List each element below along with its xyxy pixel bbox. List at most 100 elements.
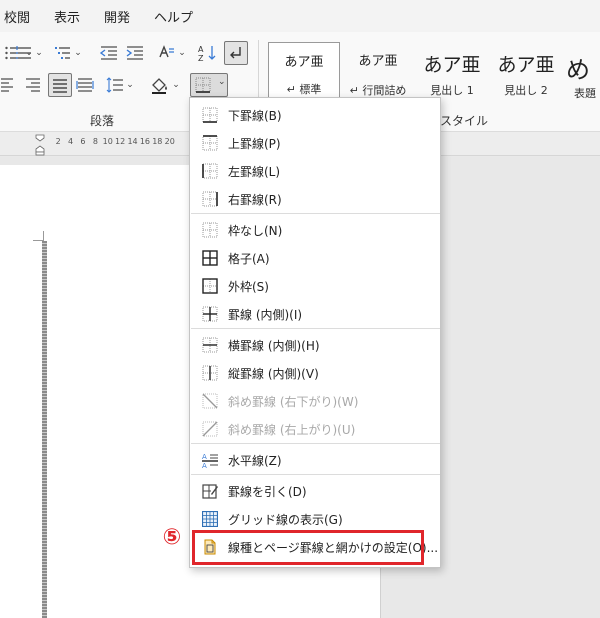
- sort-button[interactable]: AZ: [196, 42, 218, 64]
- ruler-number: 8: [92, 137, 98, 146]
- chevron-down-icon: ⌄: [172, 80, 180, 90]
- menu-item-label: 右罫線(R): [228, 193, 282, 207]
- menu-item-inside-vertical-border[interactable]: 縦罫線 (内側)(V): [190, 359, 440, 387]
- style-sample: あア亜: [358, 54, 398, 69]
- borders-dropdown-button[interactable]: ⌄: [190, 73, 228, 97]
- numbering-icon: [16, 46, 32, 59]
- decrease-indent-button[interactable]: [98, 42, 120, 64]
- menu-separator: [191, 213, 440, 214]
- align-left-button[interactable]: [0, 74, 14, 96]
- align-right-button[interactable]: [22, 74, 44, 96]
- menu-item-label: 横罫線 (内側)(H): [228, 339, 320, 353]
- tab-review[interactable]: 校閲: [0, 7, 36, 26]
- menu-item-left-border[interactable]: 左罫線(L): [190, 157, 440, 185]
- menu-item-top-border[interactable]: 上罫線(P): [190, 129, 440, 157]
- border-bottom-icon: [195, 77, 211, 93]
- line-spacing-button[interactable]: ⌄: [104, 74, 136, 96]
- diagonal-up-border-icon: [202, 421, 218, 437]
- ruler-number: 2: [55, 137, 61, 146]
- style-heading-1[interactable]: あア亜 見出し 1: [416, 42, 488, 102]
- distributed-icon: [76, 78, 94, 92]
- justify-button[interactable]: [48, 73, 72, 97]
- menu-item-horizontal-line[interactable]: AA 水平線(Z): [190, 446, 440, 474]
- style-sample: め: [566, 56, 590, 84]
- horizontal-line-icon: AA: [202, 453, 218, 468]
- highlight-box: [192, 530, 424, 565]
- indent-marker-icon[interactable]: [35, 132, 45, 156]
- justify-icon: [53, 79, 67, 93]
- menu-item-right-border[interactable]: 右罫線(R): [190, 185, 440, 213]
- style-normal[interactable]: あア亜 ↵ 標準: [268, 42, 340, 102]
- border-inside-icon: [202, 306, 218, 322]
- sort-icon: AZ: [198, 45, 216, 62]
- menu-item-outside-borders[interactable]: 外枠(S): [190, 272, 440, 300]
- increase-indent-icon: [126, 46, 143, 60]
- style-sample: あア亜: [284, 55, 324, 70]
- menu-item-draw-table[interactable]: 罫線を引く(D): [190, 477, 440, 505]
- view-gridlines-icon: [202, 511, 218, 527]
- style-no-spacing[interactable]: あア亜 ↵ 行間詰め: [342, 42, 414, 102]
- numbering-button[interactable]: ⌄: [14, 42, 44, 64]
- svg-text:A: A: [202, 453, 207, 461]
- distributed-button[interactable]: [74, 74, 96, 96]
- ruler-number: 6: [80, 137, 86, 146]
- border-none-icon: [202, 222, 218, 238]
- menu-item-label: グリッド線の表示(G): [228, 513, 343, 527]
- style-name: 行間詰め: [362, 84, 407, 97]
- decrease-indent-icon: [100, 46, 117, 60]
- border-inside-vertical-icon: [202, 365, 218, 381]
- step-number-badge: ⑤: [162, 525, 182, 550]
- menu-item-label: 左罫線(L): [228, 165, 281, 179]
- svg-text:A: A: [198, 45, 204, 54]
- menu-item-label: 上罫線(P): [228, 137, 281, 151]
- menu-item-all-borders[interactable]: 格子(A): [190, 244, 440, 272]
- chevron-down-icon: ⌄: [178, 48, 186, 58]
- menu-item-bottom-border[interactable]: 下罫線(B): [190, 101, 440, 129]
- border-right-icon: [202, 191, 218, 207]
- menu-item-diagonal-up-border[interactable]: 斜め罫線 (右上がり)(U): [190, 415, 440, 443]
- menu-item-inside-borders[interactable]: 罫線 (内側)(I): [190, 300, 440, 328]
- menu-item-no-border[interactable]: 枠なし(N): [190, 216, 440, 244]
- multilevel-list-button[interactable]: ⌄: [52, 42, 84, 64]
- ruler-number: 14: [127, 137, 138, 146]
- style-heading-2[interactable]: あア亜 見出し 2: [490, 42, 562, 102]
- styles-gallery: あア亜 ↵ 標準 あア亜 ↵ 行間詰め あア亜 見出し 1 あア亜 見出し 2 …: [266, 42, 600, 102]
- border-inside-horizontal-icon: [202, 337, 218, 353]
- menu-item-label: 格子(A): [228, 252, 270, 266]
- crop-mark: [43, 231, 44, 241]
- menu-item-inside-horizontal-border[interactable]: 横罫線 (内側)(H): [190, 331, 440, 359]
- align-left-icon: [1, 78, 13, 92]
- styles-group-label: スタイル: [440, 114, 489, 128]
- menu-separator: [191, 443, 440, 444]
- paint-bucket-icon: [152, 78, 168, 94]
- style-name: 表題: [574, 87, 596, 100]
- menu-item-label: 外枠(S): [228, 280, 269, 294]
- menu-item-label: 罫線を引く(D): [228, 485, 307, 499]
- line-spacing-icon: [106, 77, 124, 93]
- tab-view[interactable]: 表示: [48, 7, 86, 26]
- character-spacing-button[interactable]: ⌄: [156, 42, 186, 64]
- border-top-icon: [202, 135, 218, 151]
- tab-developer[interactable]: 開発: [98, 7, 136, 26]
- increase-indent-button[interactable]: [124, 42, 146, 64]
- ruler-number: 16: [139, 137, 151, 146]
- menu-item-view-gridlines[interactable]: グリッド線の表示(G): [190, 505, 440, 533]
- style-title[interactable]: め 表題: [562, 42, 600, 102]
- align-right-icon: [26, 78, 40, 92]
- menu-separator: [191, 328, 440, 329]
- menu-separator: [191, 474, 440, 475]
- style-name: 見出し 2: [504, 84, 548, 97]
- border-bottom-icon: [202, 107, 218, 123]
- shading-button[interactable]: ⌄: [148, 74, 182, 96]
- border-all-icon: [202, 250, 218, 266]
- menu-item-label: 斜め罫線 (右下がり)(W): [228, 395, 359, 409]
- menu-item-label: 枠なし(N): [228, 224, 283, 238]
- style-sample: あア亜: [423, 54, 481, 76]
- tab-help[interactable]: ヘルプ: [148, 7, 199, 26]
- chevron-down-icon: ⌄: [74, 48, 82, 58]
- ruler-number: 4: [68, 137, 74, 146]
- character-spacing-icon: [159, 45, 175, 58]
- show-formatting-marks-button[interactable]: [224, 41, 248, 65]
- multilevel-list-icon: [55, 47, 71, 59]
- menu-item-diagonal-down-border[interactable]: 斜め罫線 (右下がり)(W): [190, 387, 440, 415]
